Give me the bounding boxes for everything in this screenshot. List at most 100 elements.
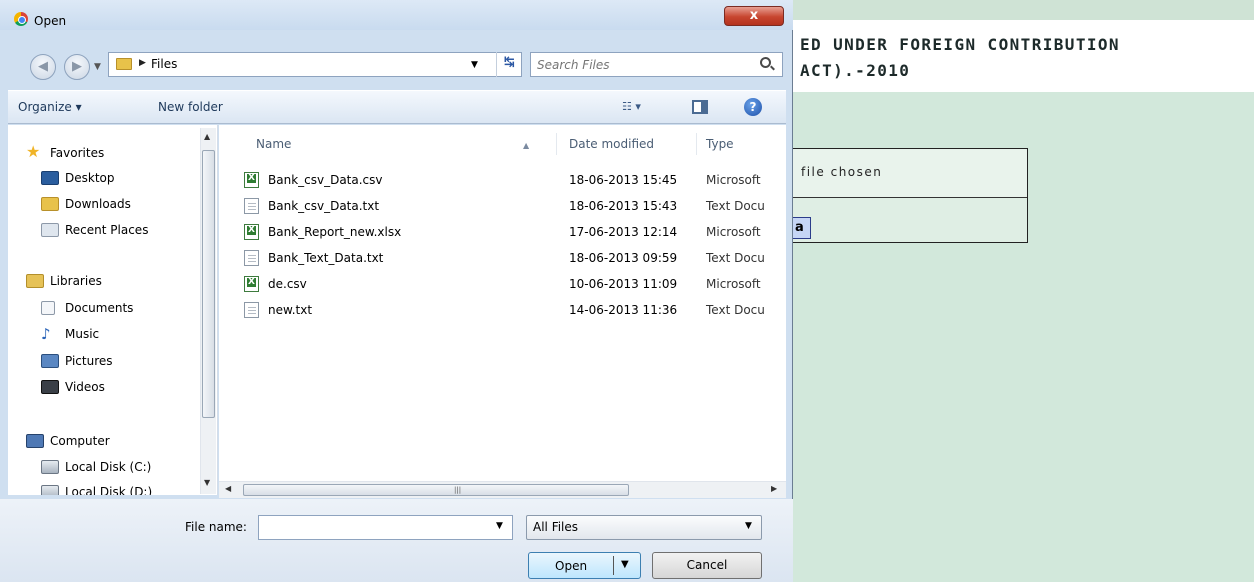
scroll-right-icon[interactable]: ▶ — [771, 484, 777, 493]
file-name: Bank_Report_new.xlsx — [268, 225, 402, 239]
dialog-title: Open — [34, 14, 67, 28]
search-box[interactable] — [530, 52, 783, 77]
file-type: Microsoft — [706, 173, 761, 187]
file-type: Text Docu — [706, 199, 765, 213]
file-name: new.txt — [268, 303, 313, 317]
nav-item-label: Music — [65, 327, 100, 341]
excel-file-icon — [244, 172, 259, 188]
file-row[interactable]: new.txt 14-06-2013 11:36 Text Docu — [219, 299, 786, 321]
close-button[interactable]: x — [724, 6, 784, 26]
forward-icon[interactable]: ▶ — [64, 54, 90, 80]
organize-button[interactable]: Organize ▾ — [18, 100, 82, 114]
music-icon: ♪ — [41, 325, 51, 343]
recent-places-icon — [41, 223, 59, 237]
no-file-chosen-text: file chosen — [801, 165, 883, 179]
file-row[interactable]: de.csv 10-06-2013 11:09 Microsoft — [219, 273, 786, 295]
file-name-input[interactable] — [258, 515, 513, 540]
upload-form-box: file chosen a — [790, 148, 1028, 243]
chrome-app-icon — [14, 12, 28, 26]
breadcrumb-files[interactable]: Files — [151, 57, 177, 71]
file-row[interactable]: Bank_Text_Data.txt 18-06-2013 09:59 Text… — [219, 247, 786, 269]
file-type: Microsoft — [706, 225, 761, 239]
file-date: 14-06-2013 11:36 — [569, 303, 678, 317]
navigation-pane: ★ Favorites Desktop Downloads Recent Pla… — [8, 125, 218, 495]
nav-item-label: Videos — [65, 380, 105, 394]
dialog-titlebar[interactable]: Open x — [0, 0, 793, 30]
file-date: 18-06-2013 09:59 — [569, 251, 678, 265]
column-header-label: Name — [256, 137, 292, 151]
file-row[interactable]: Bank_csv_Data.txt 18-06-2013 15:43 Text … — [219, 195, 786, 217]
file-input-row: file chosen — [791, 149, 1027, 198]
nav-item-label: Recent Places — [65, 223, 149, 237]
desktop-icon — [41, 171, 59, 185]
refresh-icon[interactable]: ↹ — [496, 52, 522, 77]
file-date: 18-06-2013 15:43 — [569, 199, 678, 213]
file-row[interactable]: Bank_csv_Data.csv 18-06-2013 15:45 Micro… — [219, 169, 786, 191]
downloads-icon — [41, 197, 59, 211]
nav-pane-scrollbar[interactable]: ▲ ▼ — [200, 128, 216, 494]
split-divider — [613, 556, 614, 575]
column-header-label: Date modified — [569, 137, 655, 151]
new-folder-button[interactable]: New folder — [158, 100, 223, 114]
open-button[interactable]: Open ▼ — [528, 552, 641, 579]
scroll-left-icon[interactable]: ◀ — [225, 484, 231, 493]
file-name-label: File name: — [185, 520, 247, 534]
open-button-label: Open — [555, 559, 588, 573]
page-heading: ED UNDER FOREIGN CONTRIBUTION ACT).-2010 — [800, 35, 1120, 80]
file-list-horizontal-scrollbar[interactable]: ◀ ||| ▶ — [219, 481, 786, 498]
column-header-date-modified[interactable]: Date modified — [557, 133, 697, 155]
nav-item-label: Libraries — [50, 274, 102, 288]
nav-item-label: Computer — [50, 434, 110, 448]
column-header-type[interactable]: Type — [697, 133, 786, 155]
command-toolbar: Organize ▾ New folder ☷ ▾ ? — [8, 90, 786, 124]
excel-file-icon — [244, 224, 259, 240]
horizontal-scrollbar-thumb[interactable]: ||| — [243, 484, 629, 496]
recent-locations-chevron-icon[interactable]: ▼ — [94, 62, 106, 74]
breadcrumb-separator-icon[interactable]: ▶ — [139, 58, 146, 68]
file-date: 18-06-2013 15:45 — [569, 173, 678, 187]
nav-item-label: Local Disk (C:) — [65, 460, 152, 474]
nav-item-label: Pictures — [65, 354, 113, 368]
scrollbar-grip-icon: ||| — [454, 486, 462, 494]
text-file-icon — [244, 250, 259, 266]
preview-pane-icon[interactable] — [692, 100, 708, 114]
scroll-down-icon[interactable]: ▼ — [204, 478, 210, 487]
computer-icon — [26, 434, 44, 448]
column-header-label: Type — [706, 137, 734, 151]
documents-icon — [41, 301, 55, 315]
file-name: Bank_csv_Data.csv — [268, 173, 383, 187]
file-name: Bank_Text_Data.txt — [268, 251, 384, 265]
file-name: Bank_csv_Data.txt — [268, 199, 380, 213]
nav-item-label: Documents — [65, 301, 134, 315]
search-icon[interactable] — [760, 57, 771, 68]
file-name: de.csv — [268, 277, 307, 291]
file-type-value: All Files — [533, 520, 579, 534]
file-type-select[interactable]: All Files ▼ — [526, 515, 762, 540]
address-row: ◀ ▶ ▼ ▶ Files ▼ ↹ — [0, 44, 793, 84]
libraries-icon — [26, 274, 44, 288]
drive-icon — [41, 460, 59, 474]
file-name-dropdown-icon[interactable]: ▼ — [496, 521, 503, 531]
help-icon[interactable]: ? — [744, 98, 762, 116]
scroll-up-icon[interactable]: ▲ — [204, 132, 210, 141]
star-icon: ★ — [26, 142, 41, 161]
column-header-name[interactable]: Name ▲ — [219, 133, 557, 155]
nav-scrollbar-thumb[interactable] — [202, 150, 215, 418]
file-date: 10-06-2013 11:09 — [569, 277, 678, 291]
address-dropdown-icon[interactable]: ▼ — [471, 60, 478, 70]
change-view-button[interactable]: ☷ ▾ — [622, 100, 652, 116]
open-options-dropdown-icon[interactable]: ▼ — [621, 559, 629, 570]
folder-icon — [116, 58, 132, 70]
back-icon[interactable]: ◀ — [30, 54, 56, 80]
chevron-down-icon: ▼ — [745, 521, 752, 531]
address-bar[interactable]: ▶ Files ▼ — [108, 52, 522, 77]
dialog-footer: File name: ▼ All Files ▼ Open ▼ Cancel — [0, 499, 793, 582]
excel-file-icon — [244, 276, 259, 292]
cancel-button[interactable]: Cancel — [652, 552, 762, 579]
file-row[interactable]: Bank_Report_new.xlsx 17-06-2013 12:14 Mi… — [219, 221, 786, 243]
search-input[interactable] — [537, 56, 752, 73]
file-type: Microsoft — [706, 277, 761, 291]
text-file-icon — [244, 198, 259, 214]
videos-icon — [41, 380, 59, 394]
submit-button-fragment[interactable]: a — [791, 217, 811, 239]
